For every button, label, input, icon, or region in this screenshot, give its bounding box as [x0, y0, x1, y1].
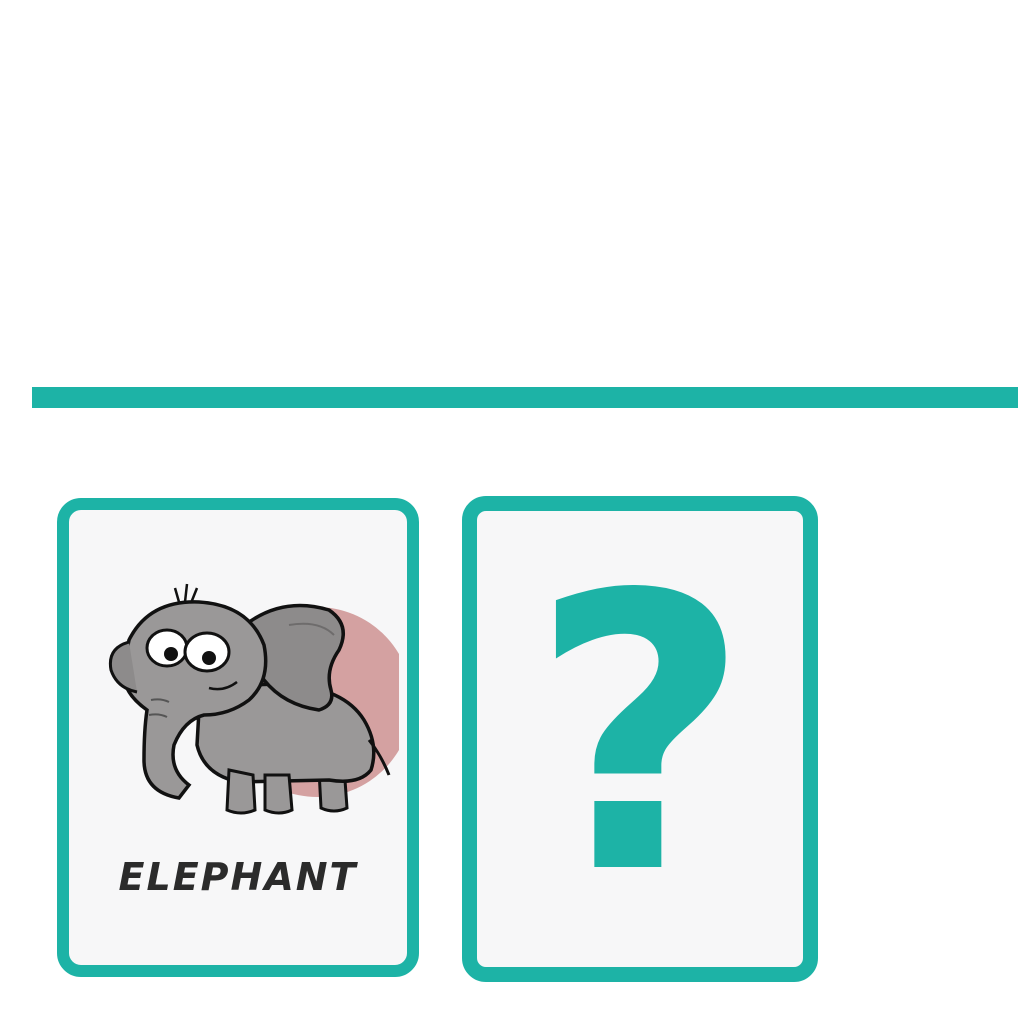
divider-line [32, 387, 1018, 408]
empty-play-area [0, 0, 1024, 385]
elephant-card[interactable]: ELEPHANT [57, 498, 419, 977]
elephant-icon [108, 583, 399, 815]
card-label: ELEPHANT [118, 855, 358, 899]
hidden-card[interactable]: ? [462, 496, 818, 982]
question-mark-icon: ? [529, 514, 751, 957]
